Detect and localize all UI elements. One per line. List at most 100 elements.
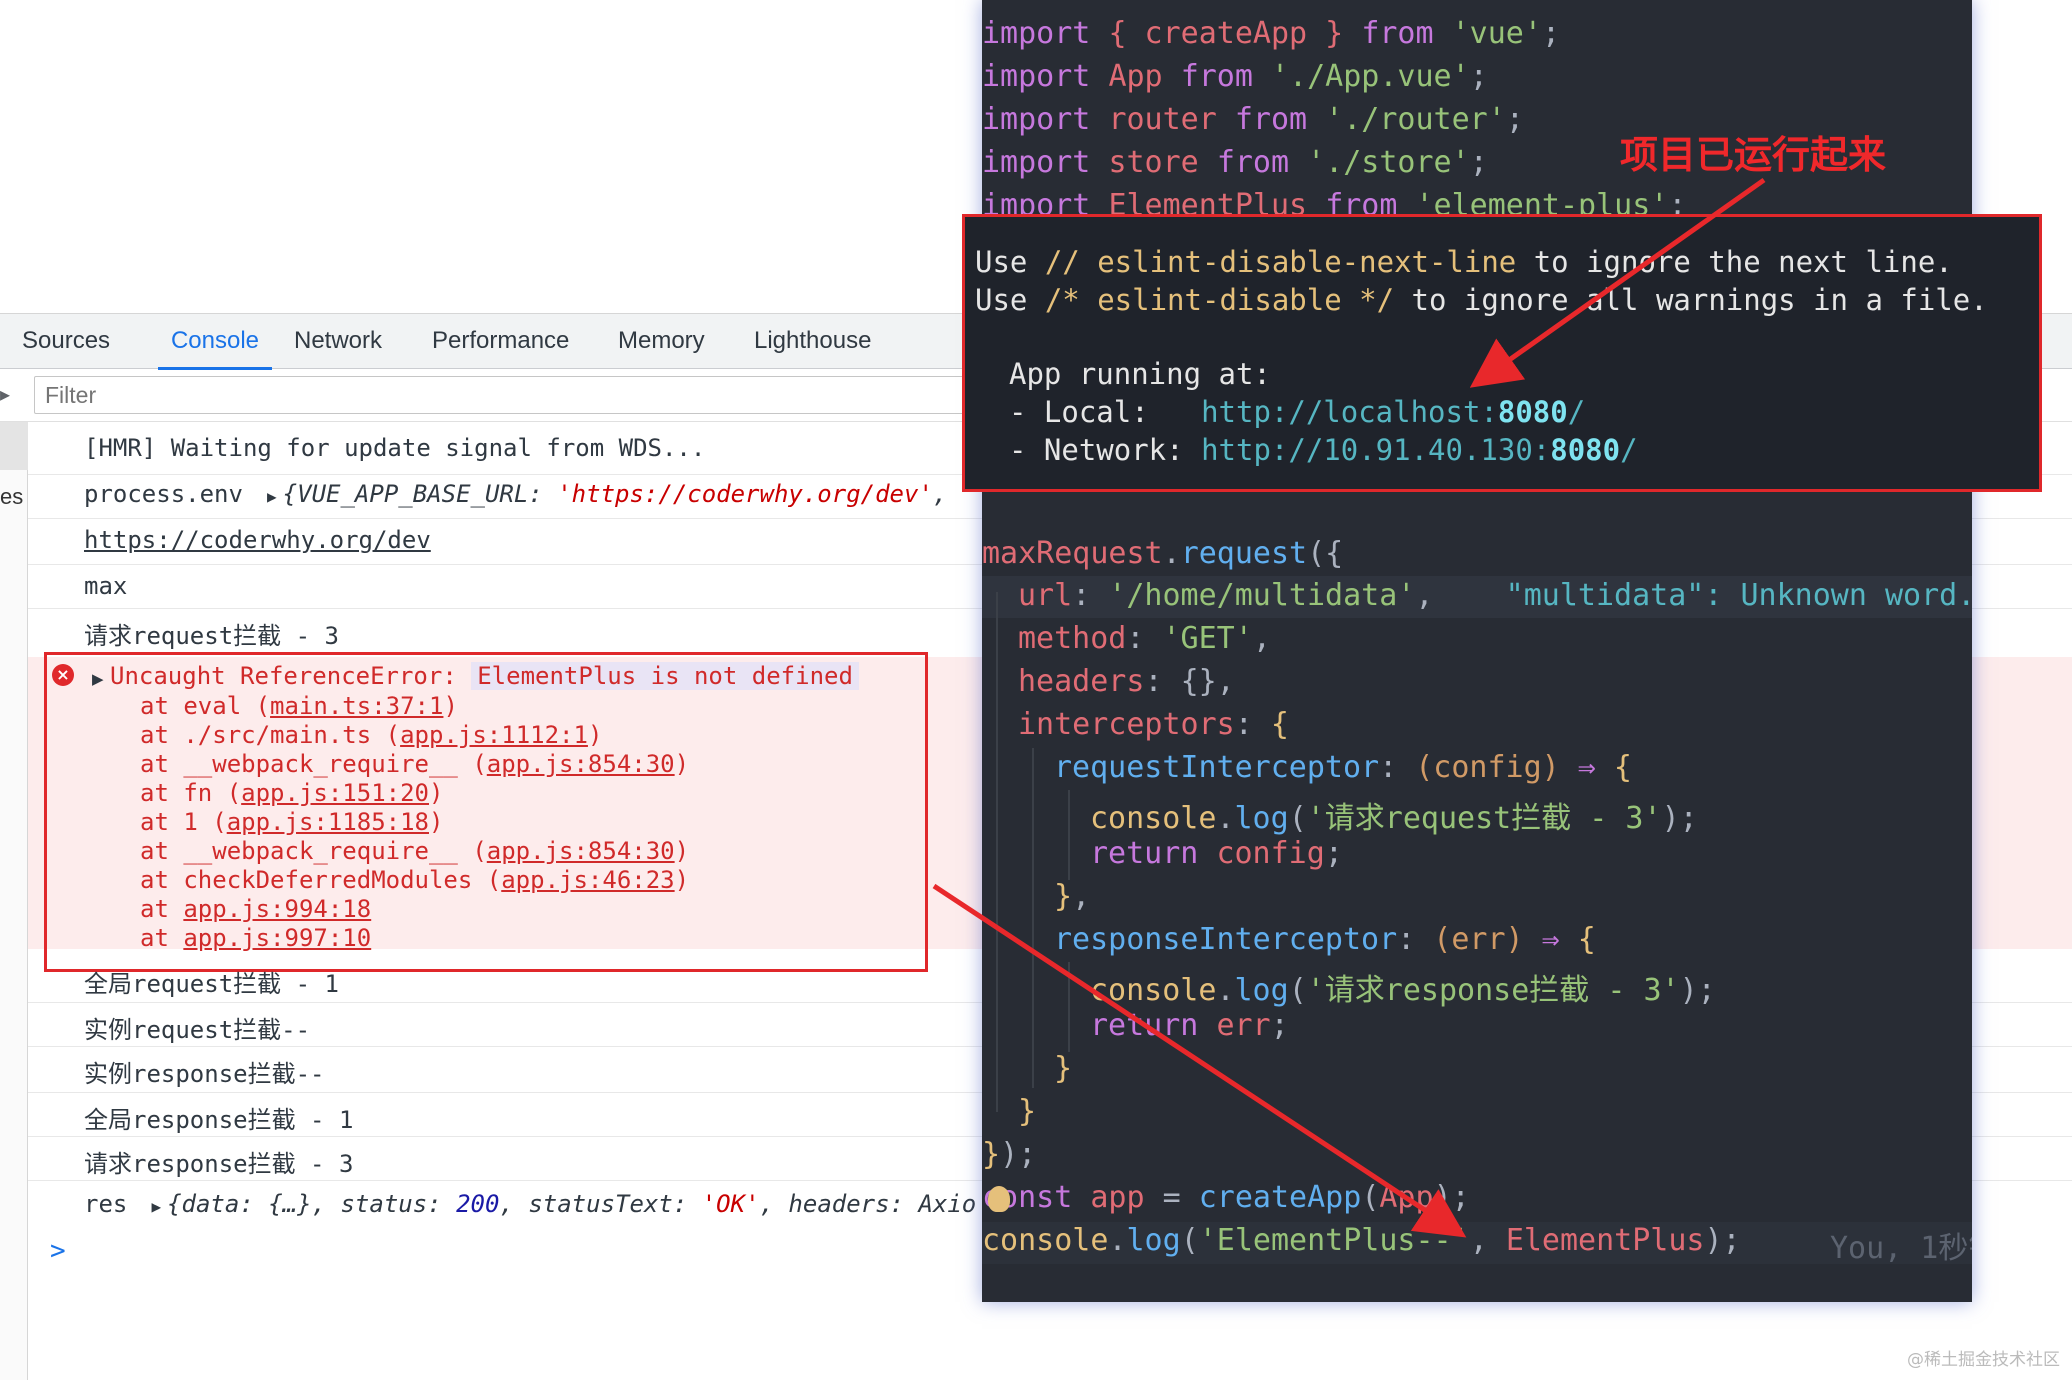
code-line-return2: return err; [1090, 1008, 1289, 1043]
code-token: (err) [1433, 922, 1524, 957]
code-token: 'ElementPlus--' [1198, 1223, 1470, 1258]
code-token: (config) [1415, 750, 1560, 785]
log-line: 全局response拦截 - 1 [84, 1106, 354, 1134]
code-token: return [1090, 836, 1199, 871]
log-line: max [84, 572, 128, 600]
code-token: App [1108, 59, 1163, 94]
term-token: to ignore all warnings in a file. [1394, 283, 1988, 317]
terminal-line: App running at: [1009, 357, 1271, 391]
code-token: '请求response拦截 - 3' [1306, 973, 1680, 1008]
term-token: to ignore the next line. [1516, 245, 1953, 279]
code-token: './router' [1325, 102, 1506, 137]
console-prompt[interactable]: > [50, 1236, 66, 1266]
obj-status-text: 'OK' [701, 1190, 760, 1218]
local-url[interactable]: http://localhost: [1201, 395, 1498, 429]
code-line-console: console.log('ElementPlus--', ElementPlus… [982, 1223, 1741, 1258]
tab-network[interactable]: Network [294, 314, 382, 370]
code-token: url [1018, 578, 1073, 613]
code-line-log2: console.log('请求response拦截 - 3'); [1090, 973, 1716, 1008]
terminal-line: Use // eslint-disable-next-line to ignor… [975, 245, 1953, 279]
code-token: app [1090, 1180, 1145, 1215]
expand-triangle-icon[interactable]: ▶ [257, 487, 277, 506]
obj-tail: , [932, 480, 948, 508]
obj-part: , statusText: [499, 1190, 702, 1218]
term-token: Use [975, 283, 1045, 317]
annotation-box-error [44, 652, 928, 972]
terminal-line: - Network: http://10.91.40.130:8080/ [1009, 433, 1638, 467]
code-line-app: const app = createApp(App); [982, 1180, 1470, 1215]
tab-performance[interactable]: Performance [432, 314, 569, 370]
code-token: console [982, 1223, 1109, 1258]
log-line: 请求response拦截 - 3 [84, 1150, 354, 1178]
obj-status: 200 [456, 1190, 500, 1218]
code-line-close: }); [982, 1137, 1037, 1172]
tab-console[interactable]: Console [158, 314, 272, 370]
code-line-url: url: '/home/multidata', "multidata": Unk… [1018, 578, 1972, 613]
code-token: method [1018, 621, 1127, 656]
expand-triangle-icon[interactable]: ▶ [142, 1197, 161, 1216]
term-token: // eslint-disable-next-line [1044, 245, 1517, 279]
code-token: from [1361, 16, 1434, 51]
code-token: 'vue' [1451, 16, 1542, 51]
code-token: ; [1541, 16, 1560, 51]
code-line-import: import App from './App.vue'; [982, 59, 1488, 94]
code-token: import [982, 145, 1091, 180]
code-token: from [1180, 59, 1253, 94]
annotation-label: 项目已运行起来 [1620, 133, 1887, 177]
log-line: 实例response拦截-- [84, 1060, 325, 1088]
obj-part: {data: {…}, status: [167, 1190, 457, 1218]
code-line-close: } [1054, 1051, 1073, 1086]
code-token: './store' [1307, 145, 1470, 180]
code-token: requestInterceptor [1054, 750, 1380, 785]
code-token: err [1216, 1008, 1271, 1043]
log-link-url[interactable]: https://coderwhy.org/dev [84, 526, 431, 554]
log-line: 全局request拦截 - 1 [84, 970, 339, 998]
log-line-process-env: process.env ▶ {VUE_APP_BASE_URL: 'https:/… [84, 480, 947, 508]
log-prefix: res [84, 1190, 128, 1218]
tab-sources[interactable]: Sources [22, 314, 110, 370]
code-editor: import { createApp } from 'vue'; import A… [982, 0, 1972, 1302]
code-token: ; [1469, 59, 1488, 94]
indent-guide [1068, 790, 1070, 880]
code-line-close: }, [1054, 879, 1091, 914]
code-token: router [1108, 102, 1217, 137]
code-line-import: import store from './store'; [982, 145, 1488, 180]
code-token: ⇒ [1577, 750, 1596, 785]
code-token: headers [1018, 664, 1145, 699]
local-port: 8080 [1497, 395, 1568, 429]
term-token: - Local: [1009, 395, 1202, 429]
code-token: ElementPlus [1505, 1223, 1705, 1258]
term-token: Use [975, 245, 1045, 279]
code-token: request [1180, 536, 1308, 571]
log-line: [HMR] Waiting for update signal from WDS… [84, 434, 706, 462]
code-token: from [1234, 102, 1308, 137]
tab-memory[interactable]: Memory [618, 314, 705, 370]
obj-part: , headers: Axio [759, 1190, 977, 1218]
indent-guide [996, 592, 998, 1112]
term-token: / [1620, 433, 1638, 467]
code-token: '/home/multidata' [1108, 578, 1416, 613]
code-token: log [1126, 1223, 1181, 1258]
code-line-close: } [1018, 1094, 1037, 1129]
term-token: /* eslint-disable */ [1044, 283, 1395, 317]
obj-key: {VUE_APP_BASE_URL: [282, 480, 558, 508]
code-token: {}, [1180, 664, 1235, 699]
code-token: App [1379, 1180, 1434, 1215]
obj-value: 'https://coderwhy.org/dev' [557, 480, 933, 508]
indent-guide [1068, 962, 1070, 1052]
sidebar-selected-item[interactable] [0, 422, 28, 470]
lightbulb-icon[interactable] [988, 1186, 1010, 1212]
terminal-output: Use // eslint-disable-next-line to ignor… [962, 214, 2042, 492]
code-token: createApp [1198, 1180, 1362, 1215]
filter-input[interactable] [34, 376, 1034, 414]
network-url[interactable]: http://10.91.40.130: [1201, 433, 1550, 467]
code-token: './App.vue' [1271, 59, 1470, 94]
term-token: / [1567, 395, 1586, 429]
code-token: return [1090, 1008, 1199, 1043]
sidebar-toggle-icon[interactable]: ▸ [0, 382, 10, 407]
code-token: config [1216, 836, 1325, 871]
code-token: from [1216, 145, 1290, 180]
tab-lighthouse[interactable]: Lighthouse [754, 314, 871, 370]
code-token: ⇒ [1541, 922, 1560, 957]
code-token: { createApp } [1108, 16, 1344, 51]
